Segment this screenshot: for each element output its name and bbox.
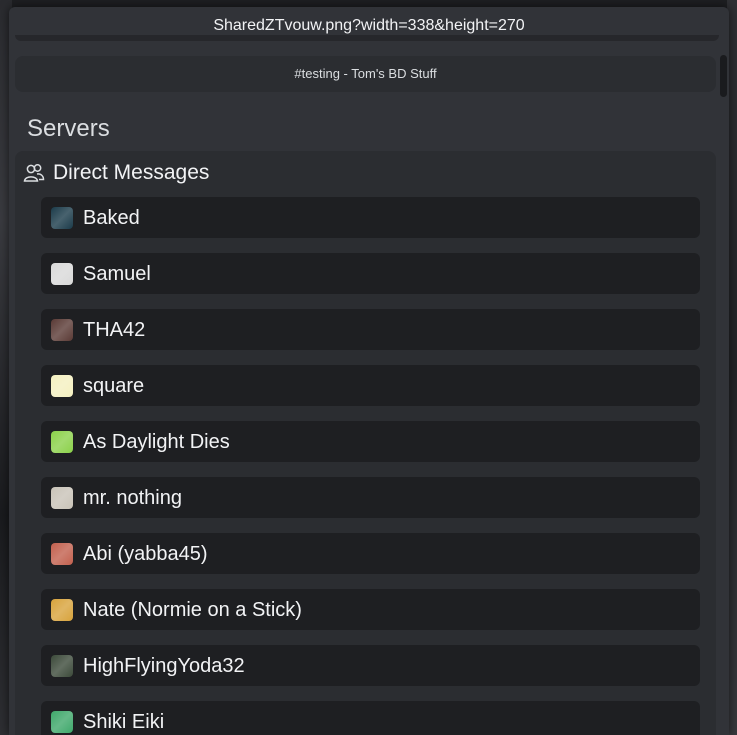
dm-name: HighFlyingYoda32	[83, 654, 245, 677]
avatar	[51, 542, 73, 565]
direct-messages-panel: Direct Messages Baked Samuel THA42 squar…	[15, 151, 716, 735]
dm-item-as-daylight-dies[interactable]: As Daylight Dies	[41, 421, 700, 462]
avatar	[51, 318, 73, 341]
avatar	[51, 598, 73, 621]
dm-item-highflyingyoda32[interactable]: HighFlyingYoda32	[41, 645, 700, 686]
dm-item-tha42[interactable]: THA42	[41, 309, 700, 350]
title-divider	[15, 35, 719, 41]
modal-title: SharedZTvouw.png?width=338&height=270	[213, 17, 525, 34]
dm-name: square	[83, 374, 145, 397]
dm-name: Shiki Eiki	[83, 710, 165, 733]
dm-item-square[interactable]: square	[41, 365, 700, 406]
avatar	[51, 206, 73, 229]
dm-item-samuel[interactable]: Samuel	[41, 253, 700, 294]
users-icon	[23, 164, 45, 182]
avatar	[51, 262, 73, 285]
servers-heading: Servers	[27, 115, 110, 142]
share-modal: SharedZTvouw.png?width=338&height=270 #t…	[9, 7, 729, 735]
direct-messages-label: Direct Messages	[53, 161, 210, 184]
dm-name: Nate (Normie on a Stick)	[83, 598, 302, 621]
dm-name: Abi (yabba45)	[83, 542, 208, 565]
avatar	[51, 430, 73, 453]
avatar	[51, 374, 73, 397]
dm-name: Samuel	[83, 262, 151, 285]
direct-messages-header[interactable]: Direct Messages	[23, 159, 209, 187]
dm-name: mr. nothing	[83, 486, 182, 509]
dm-list: Baked Samuel THA42 square As Daylight Di…	[41, 197, 700, 735]
dm-name: THA42	[83, 318, 146, 341]
dm-item-mr-nothing[interactable]: mr. nothing	[41, 477, 700, 518]
dm-name: Baked	[83, 206, 140, 229]
recent-channel-button[interactable]: #testing - Tom's BD Stuff	[15, 56, 716, 92]
scrollbar[interactable]	[720, 55, 727, 97]
dm-item-nate[interactable]: Nate (Normie on a Stick)	[41, 589, 700, 630]
avatar	[51, 710, 73, 733]
dm-name: As Daylight Dies	[83, 430, 230, 453]
avatar	[51, 654, 73, 677]
dm-item-abi[interactable]: Abi (yabba45)	[41, 533, 700, 574]
dm-item-baked[interactable]: Baked	[41, 197, 700, 238]
avatar	[51, 486, 73, 509]
dm-item-shiki-eiki[interactable]: Shiki Eiki	[41, 701, 700, 735]
